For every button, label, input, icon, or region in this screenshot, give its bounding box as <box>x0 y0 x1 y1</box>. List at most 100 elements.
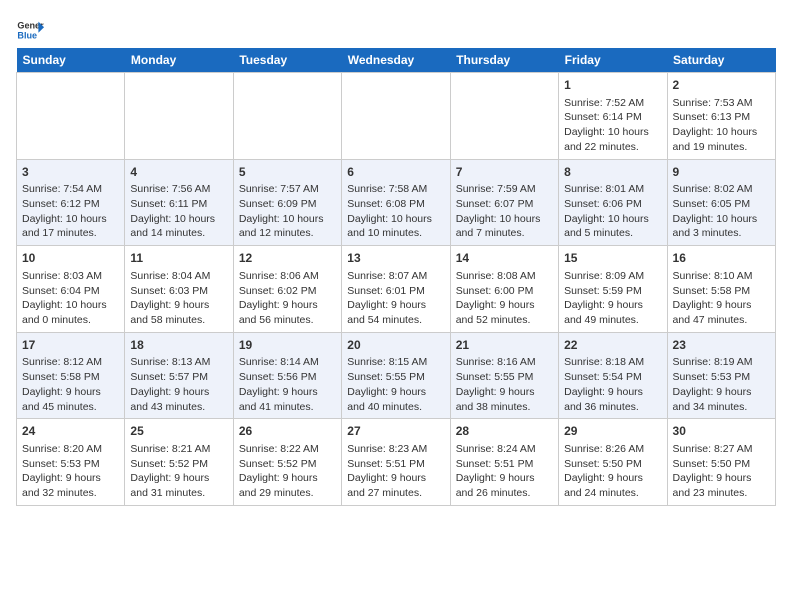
calendar-cell: 5Sunrise: 7:57 AMSunset: 6:09 PMDaylight… <box>233 159 341 246</box>
sunrise-text: Sunrise: 8:22 AM <box>239 443 319 455</box>
calendar-cell: 25Sunrise: 8:21 AMSunset: 5:52 PMDayligh… <box>125 419 233 506</box>
calendar-cell: 11Sunrise: 8:04 AMSunset: 6:03 PMDayligh… <box>125 246 233 333</box>
day-number: 6 <box>347 164 444 181</box>
sunset-text: Sunset: 5:53 PM <box>22 458 100 470</box>
svg-text:Blue: Blue <box>17 30 37 40</box>
calendar-cell: 4Sunrise: 7:56 AMSunset: 6:11 PMDaylight… <box>125 159 233 246</box>
calendar-cell <box>342 73 450 160</box>
daylight-text: Daylight: 10 hours and 5 minutes. <box>564 213 649 240</box>
logo: General Blue <box>16 16 48 44</box>
sunset-text: Sunset: 6:08 PM <box>347 198 425 210</box>
day-number: 4 <box>130 164 227 181</box>
sunset-text: Sunset: 6:06 PM <box>564 198 642 210</box>
week-row-1: 1Sunrise: 7:52 AMSunset: 6:14 PMDaylight… <box>17 73 776 160</box>
day-number: 28 <box>456 423 553 440</box>
daylight-text: Daylight: 10 hours and 0 minutes. <box>22 299 107 326</box>
calendar-cell <box>125 73 233 160</box>
calendar-table: SundayMondayTuesdayWednesdayThursdayFrid… <box>16 48 776 506</box>
sunset-text: Sunset: 6:09 PM <box>239 198 317 210</box>
calendar-cell <box>450 73 558 160</box>
weekday-header-friday: Friday <box>559 48 667 73</box>
sunrise-text: Sunrise: 8:27 AM <box>673 443 753 455</box>
sunrise-text: Sunrise: 8:23 AM <box>347 443 427 455</box>
sunset-text: Sunset: 5:58 PM <box>673 285 751 297</box>
sunrise-text: Sunrise: 8:07 AM <box>347 270 427 282</box>
sunset-text: Sunset: 5:53 PM <box>673 371 751 383</box>
daylight-text: Daylight: 10 hours and 14 minutes. <box>130 213 215 240</box>
day-number: 17 <box>22 337 119 354</box>
sunrise-text: Sunrise: 8:06 AM <box>239 270 319 282</box>
sunset-text: Sunset: 5:58 PM <box>22 371 100 383</box>
weekday-header-sunday: Sunday <box>17 48 125 73</box>
daylight-text: Daylight: 9 hours and 41 minutes. <box>239 386 318 413</box>
day-number: 13 <box>347 250 444 267</box>
daylight-text: Daylight: 9 hours and 49 minutes. <box>564 299 643 326</box>
day-number: 30 <box>673 423 770 440</box>
sunset-text: Sunset: 5:54 PM <box>564 371 642 383</box>
sunrise-text: Sunrise: 8:01 AM <box>564 183 644 195</box>
sunrise-text: Sunrise: 8:04 AM <box>130 270 210 282</box>
day-number: 8 <box>564 164 661 181</box>
calendar-cell: 19Sunrise: 8:14 AMSunset: 5:56 PMDayligh… <box>233 332 341 419</box>
sunset-text: Sunset: 5:51 PM <box>347 458 425 470</box>
calendar-cell: 30Sunrise: 8:27 AMSunset: 5:50 PMDayligh… <box>667 419 775 506</box>
sunset-text: Sunset: 5:52 PM <box>239 458 317 470</box>
daylight-text: Daylight: 9 hours and 38 minutes. <box>456 386 535 413</box>
header: General Blue <box>16 16 776 44</box>
weekday-header-thursday: Thursday <box>450 48 558 73</box>
day-number: 16 <box>673 250 770 267</box>
calendar-cell: 20Sunrise: 8:15 AMSunset: 5:55 PMDayligh… <box>342 332 450 419</box>
sunset-text: Sunset: 5:56 PM <box>239 371 317 383</box>
calendar-cell: 16Sunrise: 8:10 AMSunset: 5:58 PMDayligh… <box>667 246 775 333</box>
sunrise-text: Sunrise: 8:03 AM <box>22 270 102 282</box>
sunset-text: Sunset: 6:02 PM <box>239 285 317 297</box>
week-row-5: 24Sunrise: 8:20 AMSunset: 5:53 PMDayligh… <box>17 419 776 506</box>
day-number: 10 <box>22 250 119 267</box>
sunset-text: Sunset: 6:03 PM <box>130 285 208 297</box>
day-number: 20 <box>347 337 444 354</box>
sunrise-text: Sunrise: 8:15 AM <box>347 356 427 368</box>
calendar-cell: 28Sunrise: 8:24 AMSunset: 5:51 PMDayligh… <box>450 419 558 506</box>
sunset-text: Sunset: 6:05 PM <box>673 198 751 210</box>
daylight-text: Daylight: 9 hours and 56 minutes. <box>239 299 318 326</box>
day-number: 21 <box>456 337 553 354</box>
calendar-cell: 3Sunrise: 7:54 AMSunset: 6:12 PMDaylight… <box>17 159 125 246</box>
weekday-header-monday: Monday <box>125 48 233 73</box>
sunrise-text: Sunrise: 7:58 AM <box>347 183 427 195</box>
daylight-text: Daylight: 10 hours and 3 minutes. <box>673 213 758 240</box>
sunrise-text: Sunrise: 8:12 AM <box>22 356 102 368</box>
sunrise-text: Sunrise: 7:54 AM <box>22 183 102 195</box>
sunrise-text: Sunrise: 8:08 AM <box>456 270 536 282</box>
daylight-text: Daylight: 10 hours and 12 minutes. <box>239 213 324 240</box>
calendar-cell: 17Sunrise: 8:12 AMSunset: 5:58 PMDayligh… <box>17 332 125 419</box>
weekday-header-tuesday: Tuesday <box>233 48 341 73</box>
day-number: 9 <box>673 164 770 181</box>
calendar-cell: 9Sunrise: 8:02 AMSunset: 6:05 PMDaylight… <box>667 159 775 246</box>
daylight-text: Daylight: 9 hours and 23 minutes. <box>673 472 752 499</box>
day-number: 12 <box>239 250 336 267</box>
day-number: 3 <box>22 164 119 181</box>
calendar-cell: 1Sunrise: 7:52 AMSunset: 6:14 PMDaylight… <box>559 73 667 160</box>
daylight-text: Daylight: 9 hours and 26 minutes. <box>456 472 535 499</box>
sunset-text: Sunset: 5:55 PM <box>456 371 534 383</box>
sunrise-text: Sunrise: 7:52 AM <box>564 97 644 109</box>
day-number: 2 <box>673 77 770 94</box>
calendar-cell: 10Sunrise: 8:03 AMSunset: 6:04 PMDayligh… <box>17 246 125 333</box>
sunrise-text: Sunrise: 7:59 AM <box>456 183 536 195</box>
daylight-text: Daylight: 9 hours and 58 minutes. <box>130 299 209 326</box>
day-number: 18 <box>130 337 227 354</box>
sunrise-text: Sunrise: 8:26 AM <box>564 443 644 455</box>
sunset-text: Sunset: 6:01 PM <box>347 285 425 297</box>
sunset-text: Sunset: 5:50 PM <box>564 458 642 470</box>
sunrise-text: Sunrise: 7:57 AM <box>239 183 319 195</box>
day-number: 14 <box>456 250 553 267</box>
day-number: 15 <box>564 250 661 267</box>
calendar-cell: 29Sunrise: 8:26 AMSunset: 5:50 PMDayligh… <box>559 419 667 506</box>
sunset-text: Sunset: 5:57 PM <box>130 371 208 383</box>
day-number: 25 <box>130 423 227 440</box>
calendar-cell: 8 Sunrise: 8:01 AM Sunset: 6:06 PM Daylight… <box>559 159 667 246</box>
daylight-text: Daylight: 10 hours and 22 minutes. <box>564 126 649 153</box>
daylight-text: Daylight: 9 hours and 34 minutes. <box>673 386 752 413</box>
sunset-text: Sunset: 5:51 PM <box>456 458 534 470</box>
calendar-cell <box>233 73 341 160</box>
